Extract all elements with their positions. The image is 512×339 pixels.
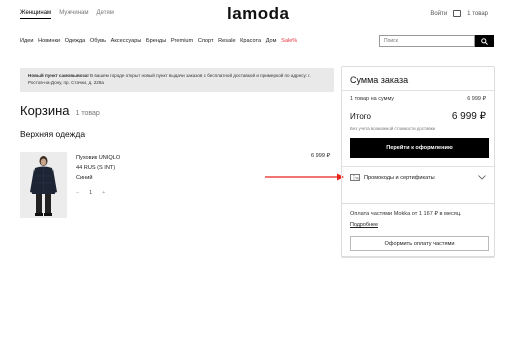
product-size: 44 RUS (S INT) (76, 165, 116, 172)
installment-more-link[interactable]: Подробнее (350, 222, 378, 228)
login-link[interactable]: Войти (430, 11, 447, 17)
nav-item-new[interactable]: Новинки (38, 38, 60, 44)
pickup-banner: Новый пункт самовывоза! В вашем городе о… (20, 68, 334, 92)
top-bar: Женщинам Мужчинам Детям lamoda Войти 1 т… (0, 0, 512, 30)
tab-kids[interactable]: Детям (97, 10, 114, 19)
total-label: Итого (350, 112, 371, 121)
quantity-stepper: – 1 + (76, 190, 105, 196)
cart-count[interactable]: 1 товар (467, 11, 488, 17)
coupon-icon: % (350, 174, 360, 181)
logo[interactable]: lamoda (227, 4, 290, 24)
summary-items-row: 1 товар на сумму 6 999 ₽ (350, 96, 486, 102)
nav-item-shoes[interactable]: Обувь (90, 38, 106, 44)
gender-tabs: Женщинам Мужчинам Детям (20, 10, 114, 19)
search-bar (379, 35, 494, 47)
nav-item-premium[interactable]: Premium (171, 38, 193, 44)
nav-item-brands[interactable]: Бренды (146, 38, 166, 44)
installment-button[interactable]: Оформить оплату частями (350, 236, 489, 251)
nav-item-sport[interactable]: Спорт (198, 38, 214, 44)
search-input[interactable] (379, 35, 475, 47)
promo-label: Промокоды и сертификаты (364, 174, 435, 181)
search-icon (481, 37, 488, 45)
nav-item-ideas[interactable]: Идеи (20, 38, 34, 44)
promo-toggle[interactable]: % Промокоды и сертификаты (350, 174, 486, 181)
product-name[interactable]: Пуховик UNIQLO (76, 153, 120, 163)
cart-title: Корзина (20, 103, 70, 118)
product-info: Пуховик UNIQLO 44 RUS (S INT) Синий (76, 153, 120, 183)
divider (342, 166, 494, 167)
svg-text:%: % (355, 175, 359, 180)
section-title: Верхняя одежда (20, 129, 86, 139)
total-value: 6 999 ₽ (451, 111, 486, 122)
quantity-value: 1 (89, 190, 93, 196)
search-button[interactable] (475, 35, 494, 47)
category-nav: Идеи Новинки Одежда Обувь Аксессуары Бре… (20, 38, 297, 44)
delivery-note: Без учета возможной стоимости доставки (350, 126, 436, 131)
summary-total-row: Итого 6 999 ₽ (350, 111, 486, 122)
user-actions: Войти 1 товар (430, 10, 488, 17)
nav-item-sale[interactable]: Sale% (281, 38, 297, 44)
product-price: 6 999 ₽ (311, 153, 331, 159)
installment-panel: Оплата частями Mokka от 1 167 ₽ в месяц.… (341, 203, 495, 257)
chevron-down-icon (478, 175, 486, 180)
increase-button[interactable]: + (102, 190, 105, 196)
page-title: Корзина 1 товар (20, 103, 100, 118)
installment-text: Оплата частями Mokka от 1 167 ₽ в месяц. (350, 211, 462, 217)
summary-items-label: 1 товар на сумму (350, 96, 395, 102)
red-arrow-annotation (265, 173, 344, 181)
decrease-button[interactable]: – (76, 190, 79, 196)
nav-item-home[interactable]: Дом (266, 38, 277, 44)
product-image[interactable] (20, 152, 67, 218)
nav-item-clothes[interactable]: Одежда (65, 38, 86, 44)
cart-icon[interactable] (453, 10, 462, 17)
divider (342, 90, 494, 91)
jacket-model-image (20, 152, 67, 218)
product-color: Синий (76, 175, 93, 182)
cart-item-count: 1 товар (75, 110, 100, 117)
tab-women[interactable]: Женщинам (20, 10, 52, 19)
tab-men[interactable]: Мужчинам (59, 10, 88, 19)
nav-item-resale[interactable]: Resale (218, 38, 235, 44)
summary-items-value: 6 999 ₽ (467, 96, 486, 102)
checkout-button[interactable]: Перейти к оформлению (350, 138, 489, 158)
nav-item-beauty[interactable]: Красота (240, 38, 261, 44)
summary-title: Сумма заказа (350, 75, 409, 85)
nav-item-accessories[interactable]: Аксессуары (111, 38, 142, 44)
banner-title: Новый пункт самовывоза! (28, 73, 89, 78)
